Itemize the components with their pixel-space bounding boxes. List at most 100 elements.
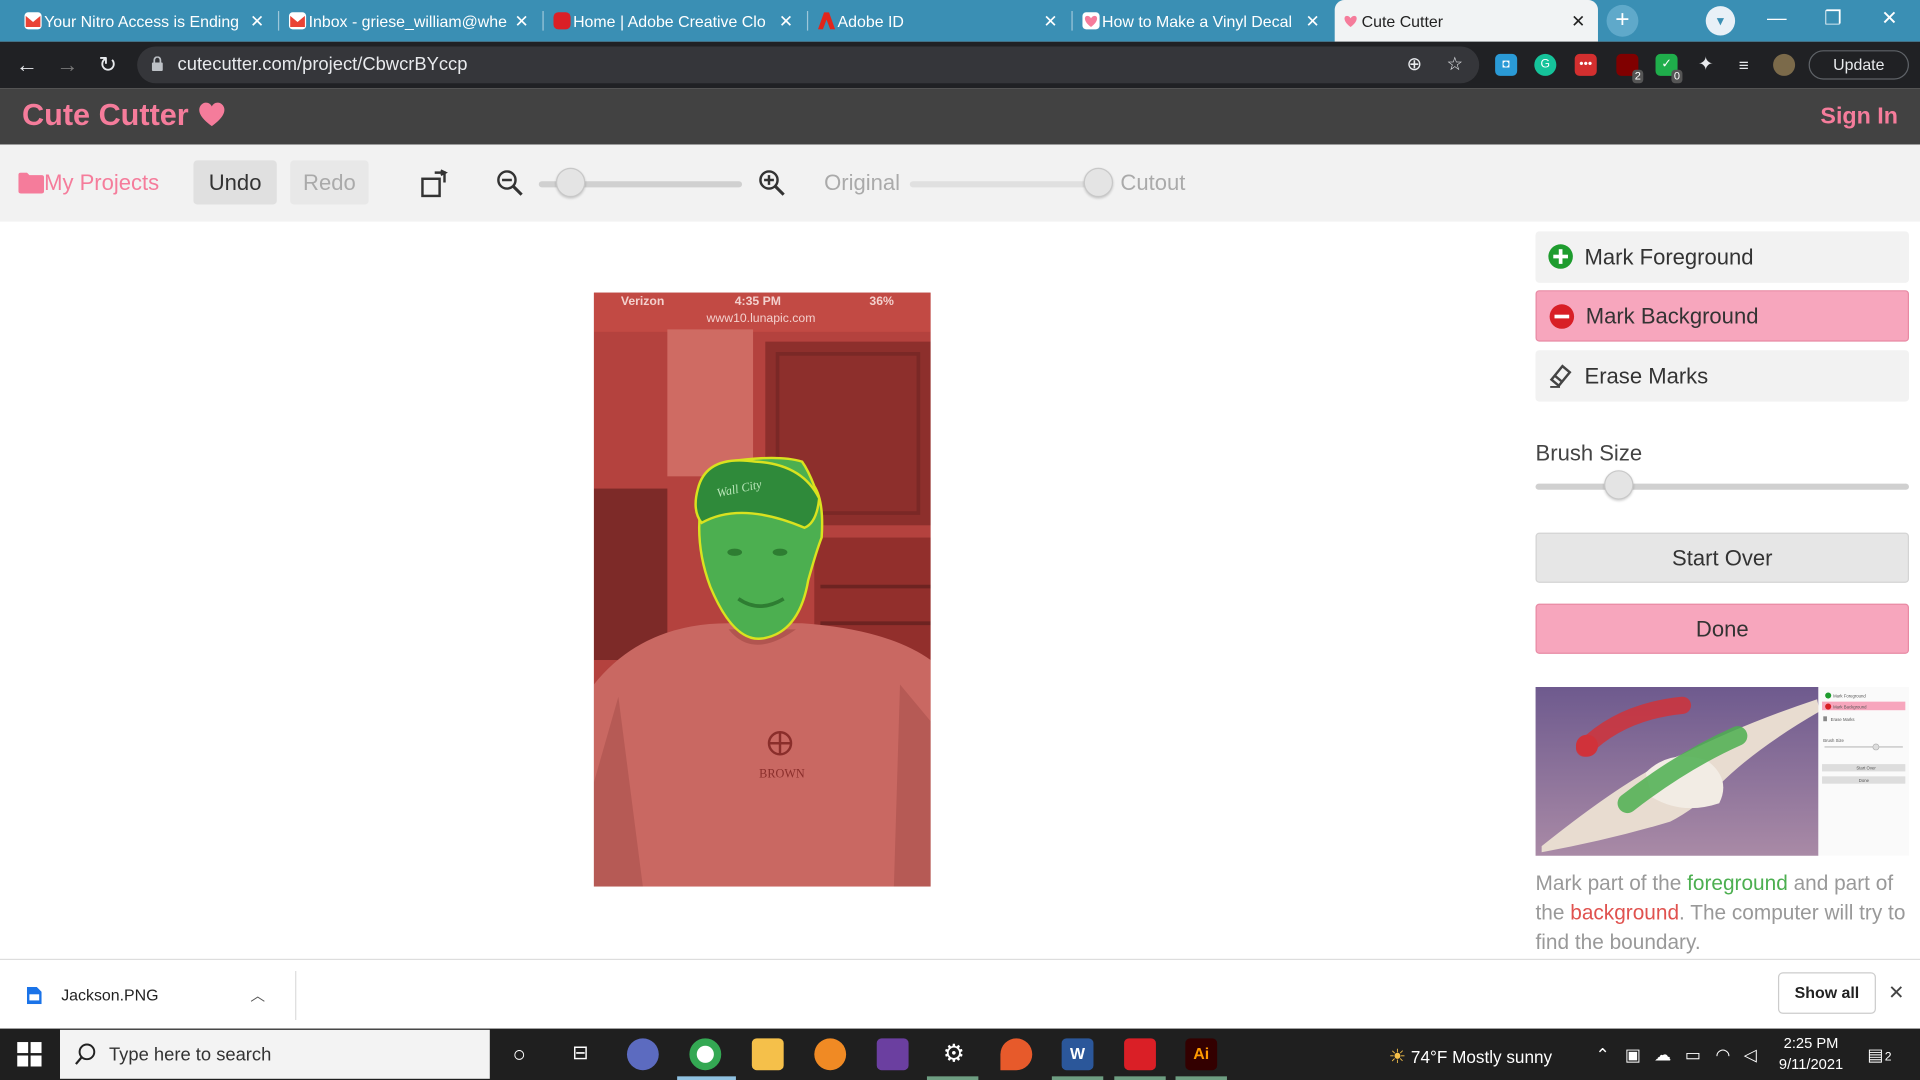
browser-tab[interactable]: How to Make a Vinyl Decal ✕ [1075,0,1332,42]
creative-cloud-app-icon[interactable] [1124,1038,1156,1071]
minimize-icon[interactable]: — [1749,0,1805,42]
done-button[interactable]: Done [1535,603,1909,654]
update-button[interactable]: Update [1808,50,1909,80]
clock-time: 2:25 PM [1783,1034,1839,1052]
zoom-in-icon[interactable] [758,169,785,196]
mark-foreground-button[interactable]: Mark Foreground [1535,231,1909,283]
reading-list-icon[interactable]: ≡ [1733,54,1755,76]
demo-menu-item: Mark Background [1833,704,1867,709]
browser-tab[interactable]: Adobe ID ✕ [811,0,1071,42]
demo-menu-item: Done [1859,778,1870,783]
status-battery: 36% [869,295,894,309]
tab-title: Your Nitro Access is Ending [44,11,240,31]
tab-search-icon[interactable]: ▾ [1705,6,1736,36]
tray-chevron-up-icon[interactable]: ⌃ [1596,1044,1610,1065]
weather-widget[interactable]: ☀ 74°F Mostly sunny [1389,1044,1553,1068]
chevron-up-icon[interactable]: ︿ [250,984,265,1005]
file-explorer-icon[interactable] [751,1038,784,1071]
paint-drop-icon[interactable] [1000,1038,1033,1071]
screen-recorder-icon[interactable] [876,1038,909,1071]
battery-icon[interactable]: ▭ [1685,1044,1701,1065]
mark-background-button[interactable]: Mark Background [1535,290,1909,342]
extensions-puzzle-icon[interactable]: ✦ [1695,54,1717,76]
redo-button[interactable]: Redo [290,160,369,205]
demo-menu-item: Erase Marks [1831,717,1855,722]
mark-background-label: Mark Background [1585,303,1759,328]
tab-separator [542,11,544,31]
wifi-icon[interactable]: ◠ [1716,1044,1731,1065]
onedrive-cloud-icon[interactable]: ☁ [1654,1044,1671,1065]
tab-close-icon[interactable]: ✕ [776,10,796,31]
notifications-icon[interactable]: ▤2 [1867,1044,1891,1065]
volume-icon[interactable]: ◁ [1744,1044,1757,1065]
back-arrow-icon[interactable]: ← [13,51,40,78]
sun-cloud-icon: ☀ [1388,1046,1407,1068]
undo-button[interactable]: Undo [193,160,277,205]
word-icon[interactable]: W [1061,1038,1094,1071]
show-all-button[interactable]: Show all [1777,972,1876,1014]
grammarly-icon[interactable]: G [1534,53,1557,76]
brave-browser-icon[interactable] [814,1038,847,1071]
close-downloads-icon[interactable]: ✕ [1888,981,1904,1005]
omnibox[interactable]: cutecutter.com/project/CbwcrBYccp ⊕ ☆ [137,46,1480,84]
erase-marks-button[interactable]: Erase Marks [1535,350,1909,402]
task-view-icon[interactable]: ⊟ [564,1038,596,1070]
tab-title: Cute Cutter [1361,11,1444,31]
status-time: 4:35 PM [734,295,781,309]
reload-icon[interactable]: ↻ [94,51,121,78]
restore-icon[interactable]: ❐ [1805,0,1861,42]
status-url: www10.lunapic.com [706,312,816,326]
tab-close-icon[interactable]: ✕ [1303,10,1323,31]
close-window-icon[interactable]: ✕ [1861,0,1917,42]
gmail-icon [288,12,307,30]
photo-canvas[interactable]: BROWN Wall City Verizon 4:35 PM 36% www1… [593,292,931,887]
tab-title: Adobe ID [837,11,904,31]
sign-in-link[interactable]: Sign In [1820,104,1898,131]
adobe-icon [817,12,836,30]
profile-avatar[interactable] [1773,53,1796,76]
start-over-button[interactable]: Start Over [1535,532,1909,583]
tab-close-icon[interactable]: ✕ [1041,10,1061,31]
rotate-icon[interactable] [420,169,451,198]
zoom-slider[interactable] [538,167,743,200]
forward-arrow-icon[interactable]: → [54,51,81,78]
zoom-slider-knob[interactable] [555,167,586,198]
illustrator-icon[interactable]: Ai [1185,1038,1218,1071]
extension-dots-icon[interactable]: ••• [1574,53,1597,76]
download-item[interactable]: Jackson.PNG ︿ [26,984,265,1005]
new-tab-button[interactable]: + [1606,4,1639,37]
minus-circle-icon [1549,304,1575,329]
zoom-out-icon[interactable] [496,169,523,196]
browser-tab[interactable]: Your Nitro Access is Ending ✕ [17,0,277,42]
zoom-magnifier-icon[interactable]: ⊕ [1402,53,1426,77]
original-cutout-slider[interactable] [909,167,1114,200]
notification-count: 2 [1884,1050,1892,1065]
cortana-icon[interactable]: ○ [503,1038,535,1070]
checkmark-extension-icon[interactable]: ✓ 0 [1655,53,1683,84]
url-text[interactable]: cutecutter.com/project/CbwcrBYccp [178,54,468,75]
original-cutout-knob[interactable] [1083,167,1114,198]
paint-app-icon[interactable] [626,1038,659,1071]
my-projects-link[interactable]: My Projects [18,170,159,196]
browser-tab[interactable]: Home | Adobe Creative Clo ✕ [546,0,806,42]
tab-close-icon[interactable]: ✕ [512,10,532,31]
ublock-icon[interactable]: 2 [1616,53,1644,84]
app-logo[interactable]: Cute Cutter [22,98,227,134]
tab-close-icon[interactable]: ✕ [1569,10,1589,31]
brush-size-knob[interactable] [1604,470,1634,500]
settings-gear-icon[interactable]: ⚙ [938,1038,970,1070]
search-placeholder: Type here to search [108,1043,272,1065]
chrome-icon[interactable] [689,1038,722,1071]
extension-icon[interactable]: ◘ [1495,53,1518,76]
browser-tab-active[interactable]: Cute Cutter ✕ [1334,0,1598,42]
bookmark-star-icon[interactable]: ☆ [1442,53,1466,77]
brush-size-slider[interactable] [1535,470,1909,502]
taskbar-clock[interactable]: 2:25 PM 9/11/2021 [1768,1033,1854,1075]
download-bar: Jackson.PNG ︿ [0,958,1920,1029]
browser-tab[interactable]: Inbox - griese_william@whe ✕ [282,0,542,42]
windows-start-icon[interactable] [17,1042,42,1067]
tab-close-icon[interactable]: ✕ [247,10,267,31]
meet-now-icon[interactable]: ▣ [1625,1044,1641,1065]
taskbar-search-box[interactable]: Type here to search [60,1029,490,1079]
brush-size-label: Brush Size [1535,440,1643,466]
